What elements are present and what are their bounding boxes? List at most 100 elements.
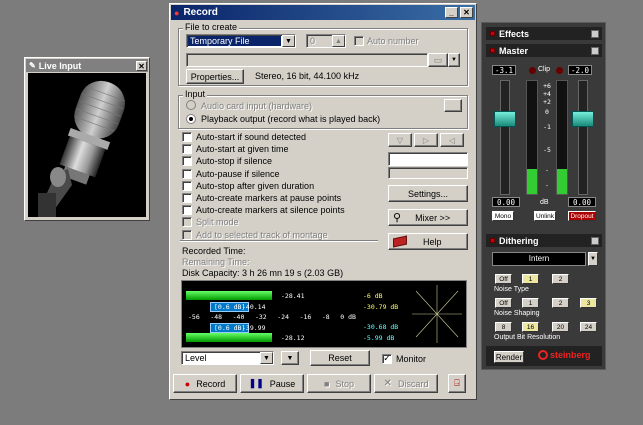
number-value: 0 [310,36,316,46]
scale-tick: +6 [543,82,551,90]
option-checkbox[interactable] [182,144,192,155]
scale-tick: -56 [188,313,200,321]
help-label: Help [423,236,442,247]
dither-type-select[interactable]: Intern [492,252,586,266]
noise-shaping-1-button[interactable]: 1 [522,298,539,308]
arrow-left-button: ◁ [440,133,464,147]
disk-capacity-label: Disk Capacity: 3 h 26 mn 19 s (2.03 GB) [182,268,344,278]
unlink-button[interactable]: Unlink [534,211,556,221]
pause-label: Pause [269,378,296,389]
pause-icon: ❚❚ [248,378,264,388]
render-button[interactable]: Render [494,351,524,363]
effects-bar[interactable]: Effects [486,27,602,40]
dithering-toggle[interactable] [591,236,599,245]
option-checkbox[interactable] [182,205,192,216]
db-label: dB [540,199,549,206]
monitor-label: Monitor [396,354,427,364]
option-checkbox-label: Split mode [196,217,239,228]
arrow-down-button: ▽ [388,133,412,147]
steinberg-logo: steinberg [538,350,591,360]
stop-label: Stop [335,378,354,389]
discard-button: ✕ Discard [374,374,438,393]
option-checkbox[interactable] [182,180,192,191]
noise-type-2-button[interactable]: 2 [552,274,569,284]
live-input-titlebar[interactable]: ✎ Live Input ✕ [26,59,148,72]
meter-options-button[interactable]: ▼ [281,351,299,365]
bit-8-button[interactable]: 8 [495,322,512,332]
right-fader-handle[interactable] [572,111,594,127]
properties-button[interactable]: Properties... [186,69,244,84]
dropout-button[interactable]: Dropout [568,211,596,221]
record-label: Record [196,378,226,389]
mixer-button[interactable]: ⚲ Mixer >> [388,209,468,226]
bottom-peak-value: -28.12 [281,334,305,342]
scale-tick: - [545,166,549,174]
bit-16-button[interactable]: 16 [522,322,539,332]
file-type-select[interactable]: Temporary File ▼ [186,34,296,48]
level-meter: -28.41 [0.6 dB] -40.14 -56 -48 -40 -32 -… [181,280,467,348]
scale-tick: -1 [543,123,551,131]
option-checkbox[interactable] [182,156,192,167]
number-field: 0 ▲ [306,34,346,48]
close-icon[interactable]: ✕ [460,7,473,18]
time-field-2 [388,167,468,179]
scale-tick: -5 [543,146,551,154]
chevron-down-icon[interactable]: ▼ [282,35,295,47]
option-checkbox [182,217,192,228]
bit-24-button[interactable]: 24 [580,322,597,332]
settings-button[interactable]: Settings... [388,185,468,202]
right-top-value-1: -6 dB [363,292,383,300]
auto-number-label: Auto number [367,36,419,46]
option-checkbox[interactable] [182,193,192,203]
noise-shaping-off-button[interactable]: Off [495,298,512,308]
level-select[interactable]: Level ▼ [181,351,274,365]
file-path-field[interactable] [186,53,428,67]
scale-tick: -48 [210,313,223,321]
record-button[interactable]: ● Record [173,374,237,393]
exit-door-button[interactable]: ⍈ [448,374,466,393]
playback-output-radio[interactable] [186,114,196,124]
chevron-down-icon[interactable]: ▼ [448,53,460,67]
spinner-icon: ▲ [332,35,345,47]
option-checkbox-label: Add to selected track of montage [196,229,328,240]
bit-20-button[interactable]: 20 [552,322,569,332]
time-field-1[interactable] [388,152,468,166]
master-bar[interactable]: Master [486,44,602,57]
monitor-checkbox[interactable]: ✓ [382,354,392,364]
top-value-2: -40.14 [242,303,266,311]
effects-toggle[interactable] [591,29,599,38]
option-checkbox-label: Auto-start at given time [196,144,289,155]
master-toggle[interactable] [591,46,599,55]
option-checkbox[interactable] [182,168,192,179]
dithering-bar[interactable]: Dithering [486,234,602,247]
noise-type-off-button[interactable]: Off [495,274,512,284]
reset-button[interactable]: Reset [310,350,370,366]
option-checkbox-label: Auto-stop if silence [196,156,273,167]
audio-card-input-radio [186,100,196,110]
microphone-small-icon: ✎ [29,61,36,70]
scale-tick: - [545,181,549,189]
pause-button[interactable]: ❚❚ Pause [240,374,304,393]
record-titlebar[interactable]: ● Record _ ✕ [171,5,475,20]
noise-shaping-2-button[interactable]: 2 [552,298,569,308]
record-dot-icon: ● [184,378,191,389]
chevron-down-icon[interactable]: ▼ [260,352,273,364]
close-icon[interactable]: ✕ [136,60,147,71]
steinberg-brand: steinberg [550,350,591,360]
noise-type-1-button[interactable]: 1 [522,274,539,284]
bottom-value-2: -39.99 [242,324,266,332]
option-checkbox-label: Auto-start if sound detected [196,132,307,142]
folder-icon[interactable]: ▭ [428,53,448,67]
help-button[interactable]: Help [388,233,468,250]
scale-tick: +4 [543,90,551,98]
mono-button[interactable]: Mono [492,211,514,221]
stop-button: ■ Stop [307,374,371,393]
minimize-icon[interactable]: _ [445,7,458,18]
live-input-title: Live Input [38,60,82,71]
noise-shaping-3-button[interactable]: 3 [580,298,597,308]
chevron-down-icon[interactable]: ▼ [588,252,598,266]
option-checkbox[interactable] [182,132,192,142]
effects-title: Effects [499,28,530,39]
dithering-title: Dithering [499,235,539,246]
left-fader-handle[interactable] [494,111,516,127]
